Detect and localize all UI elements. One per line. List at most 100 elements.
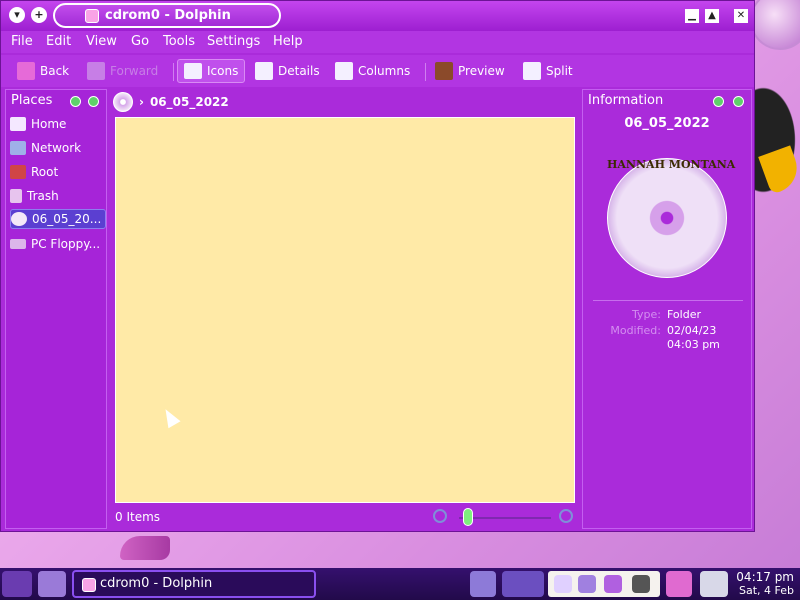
menu-help[interactable]: Help	[273, 34, 303, 49]
menu-settings[interactable]: Settings	[207, 34, 260, 49]
forward-label: Forward	[110, 64, 159, 78]
clock-time: 04:17 pm	[736, 570, 794, 584]
zoom-out-icon[interactable]	[433, 509, 447, 523]
menu-tools[interactable]: Tools	[163, 34, 195, 49]
type-value: Folder	[667, 308, 701, 321]
places-item-root[interactable]: Root	[10, 162, 106, 182]
modified-time: 04:03 pm	[667, 338, 720, 351]
panel-float-icon[interactable]	[713, 96, 724, 107]
root-folder-icon	[10, 165, 26, 179]
clock[interactable]: 04:17 pm Sat, 4 Feb	[736, 570, 794, 598]
taskbar-window-label: cdrom0 - Dolphin	[100, 576, 213, 591]
divider	[593, 300, 743, 301]
desktop-decoration	[750, 0, 800, 50]
details-view-button[interactable]: Details	[255, 59, 320, 83]
places-item-cdrom[interactable]: 06_05_20...	[10, 209, 106, 229]
places-item-label: Trash	[27, 189, 59, 203]
title-pill: cdrom0 - Dolphin	[53, 3, 281, 28]
preview-button[interactable]: Preview	[435, 59, 505, 83]
preview-image-icon	[435, 62, 453, 80]
panel-close-icon[interactable]	[733, 96, 744, 107]
panel-close-icon[interactable]	[88, 96, 99, 107]
menu-view[interactable]: View	[86, 34, 117, 49]
places-panel: Places Home Network Root Trash 06_05_20.…	[5, 89, 107, 529]
info-item-name: 06_05_2022	[624, 116, 710, 131]
start-menu-icon[interactable]	[2, 571, 32, 597]
zoom-slider-handle[interactable]	[463, 508, 473, 526]
information-title: Information	[588, 93, 664, 108]
cdrom-preview-image	[607, 158, 727, 278]
file-view-area[interactable]	[115, 117, 575, 503]
breadcrumb[interactable]: › 06_05_2022	[113, 91, 229, 113]
places-item-network[interactable]: Network	[10, 138, 106, 158]
taskbar-window-dolphin[interactable]: cdrom0 - Dolphin	[72, 570, 316, 598]
system-tray	[548, 571, 660, 597]
back-button[interactable]: Back	[17, 59, 69, 83]
details-list-icon	[255, 62, 273, 80]
forward-button[interactable]: Forward	[87, 59, 158, 83]
toolbar: Back Forward Icons Details Columns Previ…	[1, 55, 754, 87]
status-item-count: 0 Items	[115, 510, 161, 524]
menu-file[interactable]: File	[11, 34, 33, 49]
maximize-button[interactable]: ▲	[705, 9, 719, 23]
modified-label: Modified:	[610, 324, 661, 337]
menu-edit[interactable]: Edit	[46, 34, 71, 49]
back-label: Back	[40, 64, 70, 78]
sticky-plus-icon[interactable]: +	[31, 7, 47, 23]
cdrom-icon[interactable]	[113, 92, 133, 112]
minimize-button[interactable]: ▁	[685, 9, 699, 23]
modified-date: 02/04/23	[667, 324, 717, 337]
menu-bar: File Edit View Go Tools Settings Help	[1, 31, 754, 53]
folder-star-icon[interactable]	[38, 571, 66, 597]
desktop-shoe-image	[120, 536, 170, 560]
forward-arrow-icon	[87, 62, 105, 80]
places-item-label: PC Floppy...	[31, 237, 101, 251]
columns-view-button[interactable]: Columns	[335, 59, 410, 83]
preview-label: Preview	[458, 64, 505, 78]
clock-date: Sat, 4 Feb	[739, 584, 794, 597]
dolphin-window: ▾ + cdrom0 - Dolphin ▁ ▲ ✕ File Edit Vie…	[0, 0, 755, 532]
desktop-pager[interactable]	[502, 571, 544, 597]
main-view: › 06_05_2022 0 Items	[111, 89, 579, 529]
places-item-label: Root	[31, 165, 59, 179]
chevron-right-icon: ›	[139, 95, 144, 109]
window-title: cdrom0 - Dolphin	[105, 8, 231, 23]
home-icon	[10, 117, 26, 131]
split-label: Split	[546, 64, 573, 78]
title-bar[interactable]: ▾ + cdrom0 - Dolphin ▁ ▲ ✕	[1, 1, 754, 31]
breadcrumb-current[interactable]: 06_05_2022	[150, 95, 229, 109]
icons-label: Icons	[207, 64, 239, 78]
places-item-home[interactable]: Home	[10, 114, 106, 134]
close-button[interactable]: ✕	[734, 9, 748, 23]
toolbar-separator	[173, 63, 174, 81]
dolphin-app-icon	[82, 578, 96, 592]
balloon-icon[interactable]	[604, 575, 622, 593]
toolbar-separator	[425, 63, 426, 81]
volume-icon[interactable]	[578, 575, 596, 593]
places-item-label: Home	[31, 117, 67, 131]
panel-float-icon[interactable]	[70, 96, 81, 107]
network-icon	[10, 141, 26, 155]
columns-icon	[335, 62, 353, 80]
icons-grid-icon	[184, 63, 202, 79]
window-menu-icon[interactable]: ▾	[9, 7, 25, 23]
places-item-trash[interactable]: Trash	[10, 186, 106, 206]
floppy-icon	[10, 239, 26, 249]
places-item-label: 06_05_20...	[32, 212, 102, 226]
printer-icon[interactable]	[666, 571, 692, 597]
gear-icon[interactable]	[632, 575, 650, 593]
trash-icon	[10, 189, 22, 203]
split-button[interactable]: Split	[523, 59, 573, 83]
menu-go[interactable]: Go	[131, 34, 149, 49]
back-arrow-icon	[17, 62, 35, 80]
zoom-in-icon[interactable]	[559, 509, 573, 523]
icons-view-button[interactable]: Icons	[177, 59, 246, 83]
type-label: Type:	[632, 308, 661, 321]
split-view-icon	[523, 62, 541, 80]
network-status-icon[interactable]	[700, 571, 728, 597]
details-label: Details	[278, 64, 320, 78]
clipboard-icon[interactable]	[554, 575, 572, 593]
places-item-label: Network	[31, 141, 82, 155]
places-item-floppy[interactable]: PC Floppy...	[10, 234, 106, 254]
pager-icon[interactable]	[470, 571, 496, 597]
